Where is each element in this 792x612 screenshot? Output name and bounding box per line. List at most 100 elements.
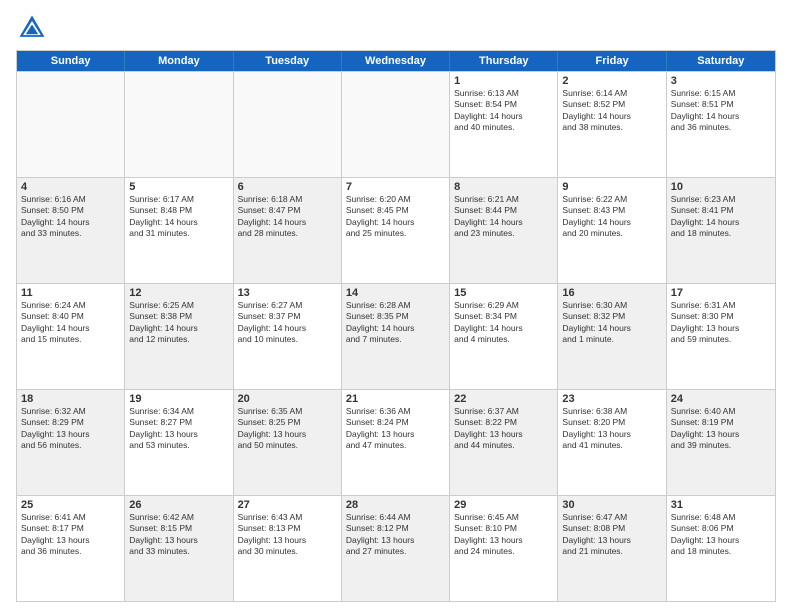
day-info: Sunrise: 6:40 AM Sunset: 8:19 PM Dayligh… — [671, 406, 771, 452]
day-number: 31 — [671, 499, 771, 511]
calendar-cell-17: 17Sunrise: 6:31 AM Sunset: 8:30 PM Dayli… — [667, 284, 775, 389]
calendar-cell-empty — [125, 72, 233, 177]
day-info: Sunrise: 6:47 AM Sunset: 8:08 PM Dayligh… — [562, 512, 661, 558]
header-day-wednesday: Wednesday — [342, 51, 450, 71]
day-number: 9 — [562, 181, 661, 193]
day-number: 2 — [562, 75, 661, 87]
calendar-cell-10: 10Sunrise: 6:23 AM Sunset: 8:41 PM Dayli… — [667, 178, 775, 283]
calendar-cell-20: 20Sunrise: 6:35 AM Sunset: 8:25 PM Dayli… — [234, 390, 342, 495]
day-number: 16 — [562, 287, 661, 299]
calendar-header: SundayMondayTuesdayWednesdayThursdayFrid… — [17, 51, 775, 71]
day-number: 22 — [454, 393, 553, 405]
calendar-cell-27: 27Sunrise: 6:43 AM Sunset: 8:13 PM Dayli… — [234, 496, 342, 601]
calendar-cell-14: 14Sunrise: 6:28 AM Sunset: 8:35 PM Dayli… — [342, 284, 450, 389]
day-number: 4 — [21, 181, 120, 193]
logo — [16, 12, 52, 44]
day-info: Sunrise: 6:35 AM Sunset: 8:25 PM Dayligh… — [238, 406, 337, 452]
calendar-cell-28: 28Sunrise: 6:44 AM Sunset: 8:12 PM Dayli… — [342, 496, 450, 601]
day-number: 24 — [671, 393, 771, 405]
calendar-cell-2: 2Sunrise: 6:14 AM Sunset: 8:52 PM Daylig… — [558, 72, 666, 177]
day-info: Sunrise: 6:48 AM Sunset: 8:06 PM Dayligh… — [671, 512, 771, 558]
calendar-row-5: 25Sunrise: 6:41 AM Sunset: 8:17 PM Dayli… — [17, 495, 775, 601]
day-info: Sunrise: 6:37 AM Sunset: 8:22 PM Dayligh… — [454, 406, 553, 452]
day-number: 26 — [129, 499, 228, 511]
day-info: Sunrise: 6:21 AM Sunset: 8:44 PM Dayligh… — [454, 194, 553, 240]
day-number: 30 — [562, 499, 661, 511]
calendar-cell-24: 24Sunrise: 6:40 AM Sunset: 8:19 PM Dayli… — [667, 390, 775, 495]
calendar-cell-22: 22Sunrise: 6:37 AM Sunset: 8:22 PM Dayli… — [450, 390, 558, 495]
day-number: 14 — [346, 287, 445, 299]
day-number: 6 — [238, 181, 337, 193]
calendar-cell-11: 11Sunrise: 6:24 AM Sunset: 8:40 PM Dayli… — [17, 284, 125, 389]
calendar-cell-3: 3Sunrise: 6:15 AM Sunset: 8:51 PM Daylig… — [667, 72, 775, 177]
day-number: 5 — [129, 181, 228, 193]
day-info: Sunrise: 6:30 AM Sunset: 8:32 PM Dayligh… — [562, 300, 661, 346]
day-number: 15 — [454, 287, 553, 299]
calendar-cell-4: 4Sunrise: 6:16 AM Sunset: 8:50 PM Daylig… — [17, 178, 125, 283]
day-info: Sunrise: 6:18 AM Sunset: 8:47 PM Dayligh… — [238, 194, 337, 240]
day-number: 11 — [21, 287, 120, 299]
day-info: Sunrise: 6:44 AM Sunset: 8:12 PM Dayligh… — [346, 512, 445, 558]
calendar-cell-23: 23Sunrise: 6:38 AM Sunset: 8:20 PM Dayli… — [558, 390, 666, 495]
calendar-cell-7: 7Sunrise: 6:20 AM Sunset: 8:45 PM Daylig… — [342, 178, 450, 283]
day-info: Sunrise: 6:41 AM Sunset: 8:17 PM Dayligh… — [21, 512, 120, 558]
calendar-cell-31: 31Sunrise: 6:48 AM Sunset: 8:06 PM Dayli… — [667, 496, 775, 601]
calendar-cell-1: 1Sunrise: 6:13 AM Sunset: 8:54 PM Daylig… — [450, 72, 558, 177]
calendar-cell-30: 30Sunrise: 6:47 AM Sunset: 8:08 PM Dayli… — [558, 496, 666, 601]
calendar-cell-16: 16Sunrise: 6:30 AM Sunset: 8:32 PM Dayli… — [558, 284, 666, 389]
header-day-monday: Monday — [125, 51, 233, 71]
calendar-row-1: 1Sunrise: 6:13 AM Sunset: 8:54 PM Daylig… — [17, 71, 775, 177]
calendar-cell-18: 18Sunrise: 6:32 AM Sunset: 8:29 PM Dayli… — [17, 390, 125, 495]
day-info: Sunrise: 6:17 AM Sunset: 8:48 PM Dayligh… — [129, 194, 228, 240]
day-info: Sunrise: 6:24 AM Sunset: 8:40 PM Dayligh… — [21, 300, 120, 346]
calendar: SundayMondayTuesdayWednesdayThursdayFrid… — [16, 50, 776, 602]
calendar-cell-21: 21Sunrise: 6:36 AM Sunset: 8:24 PM Dayli… — [342, 390, 450, 495]
calendar-cell-5: 5Sunrise: 6:17 AM Sunset: 8:48 PM Daylig… — [125, 178, 233, 283]
calendar-cell-15: 15Sunrise: 6:29 AM Sunset: 8:34 PM Dayli… — [450, 284, 558, 389]
header-day-friday: Friday — [558, 51, 666, 71]
calendar-cell-26: 26Sunrise: 6:42 AM Sunset: 8:15 PM Dayli… — [125, 496, 233, 601]
day-info: Sunrise: 6:38 AM Sunset: 8:20 PM Dayligh… — [562, 406, 661, 452]
header-day-thursday: Thursday — [450, 51, 558, 71]
day-number: 17 — [671, 287, 771, 299]
day-number: 18 — [21, 393, 120, 405]
day-info: Sunrise: 6:43 AM Sunset: 8:13 PM Dayligh… — [238, 512, 337, 558]
day-number: 28 — [346, 499, 445, 511]
day-number: 21 — [346, 393, 445, 405]
day-number: 3 — [671, 75, 771, 87]
day-number: 19 — [129, 393, 228, 405]
day-info: Sunrise: 6:15 AM Sunset: 8:51 PM Dayligh… — [671, 88, 771, 134]
day-number: 1 — [454, 75, 553, 87]
calendar-cell-empty — [234, 72, 342, 177]
calendar-cell-6: 6Sunrise: 6:18 AM Sunset: 8:47 PM Daylig… — [234, 178, 342, 283]
day-info: Sunrise: 6:20 AM Sunset: 8:45 PM Dayligh… — [346, 194, 445, 240]
page: SundayMondayTuesdayWednesdayThursdayFrid… — [0, 0, 792, 612]
header-day-tuesday: Tuesday — [234, 51, 342, 71]
calendar-cell-12: 12Sunrise: 6:25 AM Sunset: 8:38 PM Dayli… — [125, 284, 233, 389]
day-info: Sunrise: 6:28 AM Sunset: 8:35 PM Dayligh… — [346, 300, 445, 346]
day-info: Sunrise: 6:14 AM Sunset: 8:52 PM Dayligh… — [562, 88, 661, 134]
calendar-row-3: 11Sunrise: 6:24 AM Sunset: 8:40 PM Dayli… — [17, 283, 775, 389]
day-number: 7 — [346, 181, 445, 193]
logo-icon — [16, 12, 48, 44]
calendar-cell-9: 9Sunrise: 6:22 AM Sunset: 8:43 PM Daylig… — [558, 178, 666, 283]
day-info: Sunrise: 6:36 AM Sunset: 8:24 PM Dayligh… — [346, 406, 445, 452]
calendar-cell-25: 25Sunrise: 6:41 AM Sunset: 8:17 PM Dayli… — [17, 496, 125, 601]
header — [16, 12, 776, 44]
calendar-cell-29: 29Sunrise: 6:45 AM Sunset: 8:10 PM Dayli… — [450, 496, 558, 601]
day-number: 13 — [238, 287, 337, 299]
day-info: Sunrise: 6:29 AM Sunset: 8:34 PM Dayligh… — [454, 300, 553, 346]
day-number: 29 — [454, 499, 553, 511]
day-number: 27 — [238, 499, 337, 511]
calendar-row-4: 18Sunrise: 6:32 AM Sunset: 8:29 PM Dayli… — [17, 389, 775, 495]
day-info: Sunrise: 6:22 AM Sunset: 8:43 PM Dayligh… — [562, 194, 661, 240]
day-info: Sunrise: 6:34 AM Sunset: 8:27 PM Dayligh… — [129, 406, 228, 452]
calendar-cell-empty — [17, 72, 125, 177]
day-number: 20 — [238, 393, 337, 405]
day-number: 10 — [671, 181, 771, 193]
day-number: 23 — [562, 393, 661, 405]
calendar-body: 1Sunrise: 6:13 AM Sunset: 8:54 PM Daylig… — [17, 71, 775, 601]
day-info: Sunrise: 6:31 AM Sunset: 8:30 PM Dayligh… — [671, 300, 771, 346]
day-info: Sunrise: 6:23 AM Sunset: 8:41 PM Dayligh… — [671, 194, 771, 240]
header-day-saturday: Saturday — [667, 51, 775, 71]
